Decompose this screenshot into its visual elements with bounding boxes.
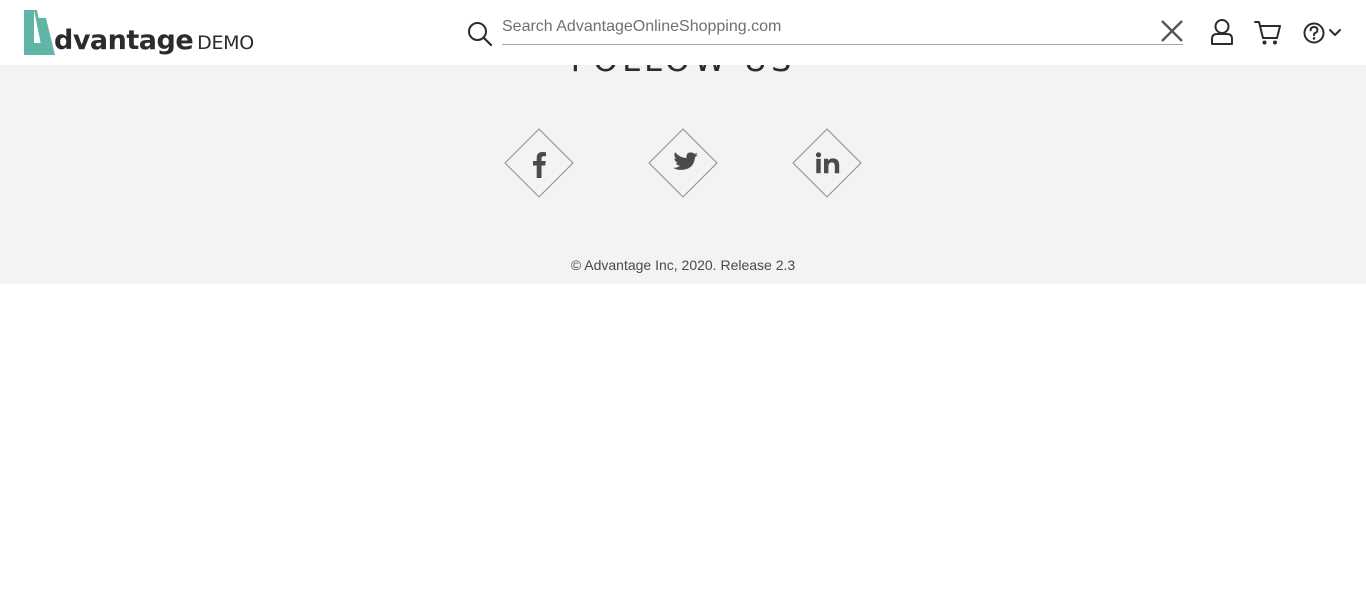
logo-mark-icon bbox=[24, 10, 55, 55]
chevron-down-icon bbox=[1329, 29, 1341, 36]
copyright-text: © Advantage Inc, 2020. Release 2.3 bbox=[570, 257, 796, 273]
follow-us-heading: FOLLOW US bbox=[0, 65, 1366, 79]
facebook-icon bbox=[533, 152, 546, 178]
site-header: dvantage DEMO bbox=[0, 0, 1366, 65]
search-input[interactable] bbox=[502, 16, 1142, 38]
user-icon[interactable] bbox=[1209, 18, 1235, 46]
search-icon[interactable] bbox=[466, 20, 494, 48]
close-icon[interactable] bbox=[1159, 18, 1185, 44]
twitter-icon bbox=[673, 152, 698, 170]
help-menu-button[interactable] bbox=[1302, 21, 1344, 45]
help-icon bbox=[1303, 22, 1325, 44]
linkedin-icon bbox=[815, 152, 840, 174]
cart-icon[interactable] bbox=[1254, 19, 1282, 46]
advantage-logo[interactable]: dvantage DEMO bbox=[22, 10, 254, 56]
twitter-link[interactable] bbox=[642, 122, 724, 204]
linkedin-link[interactable] bbox=[786, 122, 868, 204]
search-field bbox=[502, 10, 1183, 45]
facebook-link[interactable] bbox=[498, 122, 580, 204]
logo-suffix: DEMO bbox=[197, 32, 254, 54]
logo-word: dvantage bbox=[54, 25, 194, 56]
footer: FOLLOW US © Advantage Inc, 2020. Release… bbox=[0, 65, 1366, 284]
